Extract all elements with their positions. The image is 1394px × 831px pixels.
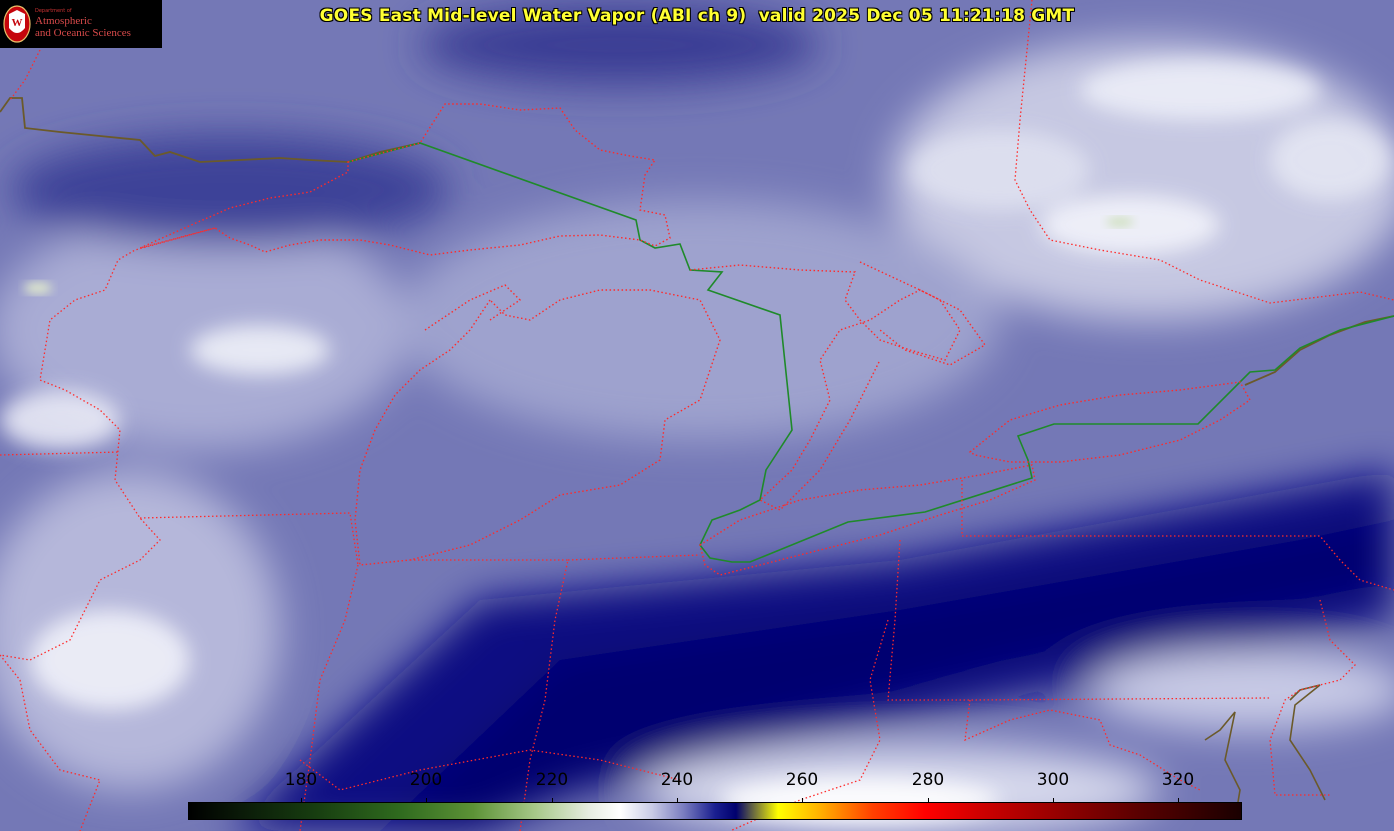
colorbar-tick-label: 320 <box>1161 770 1195 790</box>
colorbar-tick-label: 200 <box>409 770 443 790</box>
colorbar-tick-label: 240 <box>660 770 694 790</box>
colorbar <box>188 802 1242 820</box>
logo-line2: and Oceanic Sciences <box>35 27 131 39</box>
colorbar-tick-mark <box>426 798 427 802</box>
colorbar-tick-mark <box>928 798 929 802</box>
map-title: GOES East Mid-level Water Vapor (ABI ch … <box>319 6 1075 26</box>
colorbar-tick-mark <box>802 798 803 802</box>
colorbar-tick-mark <box>1053 798 1054 802</box>
colorbar-tick-label: 280 <box>911 770 945 790</box>
colorbar-tick-label: 220 <box>535 770 569 790</box>
colorbar-tick-mark <box>1178 798 1179 802</box>
colorbar-tick-label: 260 <box>785 770 819 790</box>
colorbar-tick-label: 300 <box>1036 770 1070 790</box>
colorbar-tick-mark <box>301 798 302 802</box>
colorbar-tick-mark <box>552 798 553 802</box>
colorbar-tick-mark <box>677 798 678 802</box>
colorbar-tick-label: 180 <box>284 770 318 790</box>
water-vapor-map <box>0 0 1394 831</box>
